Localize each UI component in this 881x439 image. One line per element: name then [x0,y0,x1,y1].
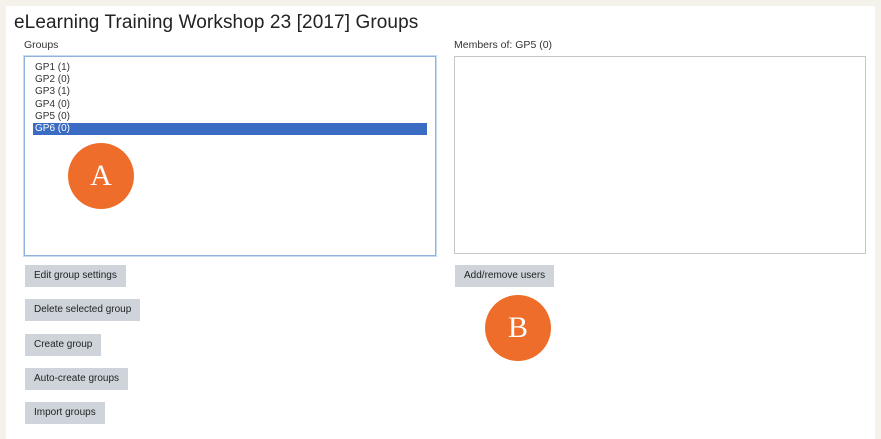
callout-marker-a: A [68,143,134,209]
group-option-gp1[interactable]: GP1 (1) [33,62,427,74]
group-option-gp2[interactable]: GP2 (0) [33,74,427,86]
delete-selected-group-button[interactable]: Delete selected group [25,299,141,321]
groups-page: eLearning Training Workshop 23 [2017] Gr… [6,6,875,439]
callout-marker-b: B [485,295,551,361]
group-option-gp3[interactable]: GP3 (1) [33,86,427,98]
group-option-gp5[interactable]: GP5 (0) [33,111,427,123]
groups-label: Groups [24,39,59,51]
members-listbox[interactable] [454,56,866,254]
page-title: eLearning Training Workshop 23 [2017] Gr… [14,12,419,33]
import-groups-button[interactable]: Import groups [25,402,105,424]
create-group-button[interactable]: Create group [25,334,102,356]
members-label: Members of: GP5 (0) [454,39,553,51]
group-option-gp6[interactable]: GP6 (0) [33,123,427,136]
auto-create-groups-button[interactable]: Auto-create groups [25,368,129,390]
edit-group-settings-button[interactable]: Edit group settings [25,265,126,287]
add-remove-users-button[interactable]: Add/remove users [455,265,555,287]
group-option-gp4[interactable]: GP4 (0) [33,99,427,111]
